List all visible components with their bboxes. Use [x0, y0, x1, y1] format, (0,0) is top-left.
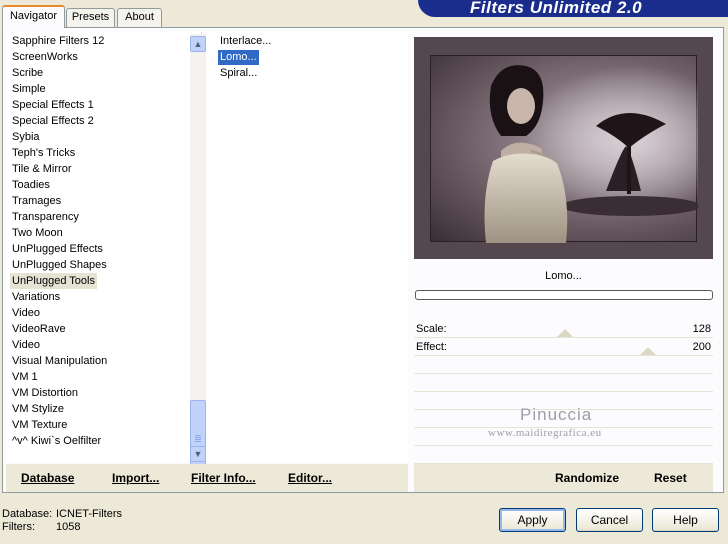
param-scale[interactable]: Scale: 128	[414, 320, 713, 338]
reset-button[interactable]: Reset	[654, 471, 687, 485]
slider-marker-icon[interactable]	[640, 347, 656, 355]
category-item[interactable]: Special Effects 2	[10, 113, 96, 129]
cancel-button[interactable]: Cancel	[576, 508, 643, 532]
category-item[interactable]: VM Stylize	[10, 401, 66, 417]
scroll-down-icon[interactable]: ▼	[190, 446, 206, 462]
param-value: 200	[692, 341, 711, 353]
category-item[interactable]: VideoRave	[10, 321, 68, 337]
editor-button[interactable]: Editor...	[288, 471, 332, 485]
category-item[interactable]: Video	[10, 337, 42, 353]
filter-list[interactable]: Interlace... Lomo... Spiral...	[207, 32, 408, 462]
import-button[interactable]: Import...	[112, 471, 159, 485]
database-value: ICNET-Filters	[56, 508, 122, 520]
help-button[interactable]: Help	[652, 508, 719, 532]
parameter-panel: Scale: 128 Effect: 200	[414, 320, 713, 464]
status-info: Database: ICNET-Filters Filters: 1058	[0, 508, 200, 538]
empty-param-row	[414, 448, 713, 464]
category-item[interactable]: Sybia	[10, 129, 42, 145]
tab-presets[interactable]: Presets	[66, 8, 115, 27]
app-title-banner: Filters Unlimited 2.0	[418, 0, 728, 17]
category-item[interactable]: Variations	[10, 289, 62, 305]
tab-navigator[interactable]: Navigator	[2, 5, 65, 28]
filters-label: Filters:	[2, 521, 35, 533]
category-item[interactable]: Simple	[10, 81, 48, 97]
param-value: 128	[692, 323, 711, 335]
filters-count: 1058	[56, 521, 81, 533]
category-item[interactable]: Visual Manipulation	[10, 353, 109, 369]
left-button-bar: Database Import... Filter Info... Editor…	[6, 464, 408, 492]
watermark-name: Pinuccia	[520, 405, 593, 424]
tab-about[interactable]: About	[117, 8, 162, 27]
progress-bar	[415, 290, 713, 300]
category-item[interactable]: Toadies	[10, 177, 52, 193]
category-item[interactable]: UnPlugged Shapes	[10, 257, 109, 273]
category-item[interactable]: Tile & Mirror	[10, 161, 73, 177]
current-filter-name: Lomo...	[545, 270, 582, 282]
category-item[interactable]: VM Texture	[10, 417, 69, 433]
category-item[interactable]: VM Distortion	[10, 385, 80, 401]
database-button[interactable]: Database	[21, 471, 74, 485]
slider-marker-icon[interactable]	[557, 329, 573, 337]
scroll-up-icon[interactable]: ▲	[190, 36, 206, 52]
category-item[interactable]: Two Moon	[10, 225, 65, 241]
category-item[interactable]: Tramages	[10, 193, 63, 209]
category-item[interactable]: Transparency	[10, 209, 81, 225]
category-item[interactable]: ScreenWorks	[10, 49, 80, 65]
param-label: Effect:	[416, 341, 447, 353]
watermark-url: www.maidiregrafica.eu	[488, 427, 602, 439]
param-effect[interactable]: Effect: 200	[414, 338, 713, 356]
filter-item[interactable]: Interlace...	[218, 34, 273, 49]
empty-param-row	[414, 358, 713, 374]
preview-image	[414, 37, 713, 259]
filter-item[interactable]: Spiral...	[218, 66, 259, 81]
category-list[interactable]: Sapphire Filters 12 ScreenWorks Scribe Simp…	[6, 32, 206, 476]
randomize-button[interactable]: Randomize	[555, 471, 619, 485]
filter-item[interactable]: Lomo...	[218, 50, 259, 65]
category-item[interactable]: UnPlugged Effects	[10, 241, 105, 257]
category-item[interactable]: Special Effects 1	[10, 97, 96, 113]
right-button-bar: Randomize Reset	[414, 464, 713, 492]
filter-info-button[interactable]: Filter Info...	[191, 471, 256, 485]
category-item[interactable]: Video	[10, 305, 42, 321]
category-item[interactable]: VM 1	[10, 369, 40, 385]
database-label: Database:	[2, 508, 53, 520]
apply-button[interactable]: Apply	[499, 508, 566, 532]
category-item[interactable]: Teph's Tricks	[10, 145, 77, 161]
category-item[interactable]: ^v^ Kiwi`s Oelfilter	[10, 433, 103, 449]
category-item[interactable]: UnPlugged Tools	[10, 273, 97, 289]
category-item[interactable]: Scribe	[10, 65, 45, 81]
param-label: Scale:	[416, 323, 447, 335]
preview-photo	[430, 55, 698, 243]
category-scrollbar[interactable]: ▲ ▼	[190, 34, 206, 476]
category-item[interactable]: Sapphire Filters 12	[10, 33, 106, 49]
empty-param-row	[414, 376, 713, 392]
